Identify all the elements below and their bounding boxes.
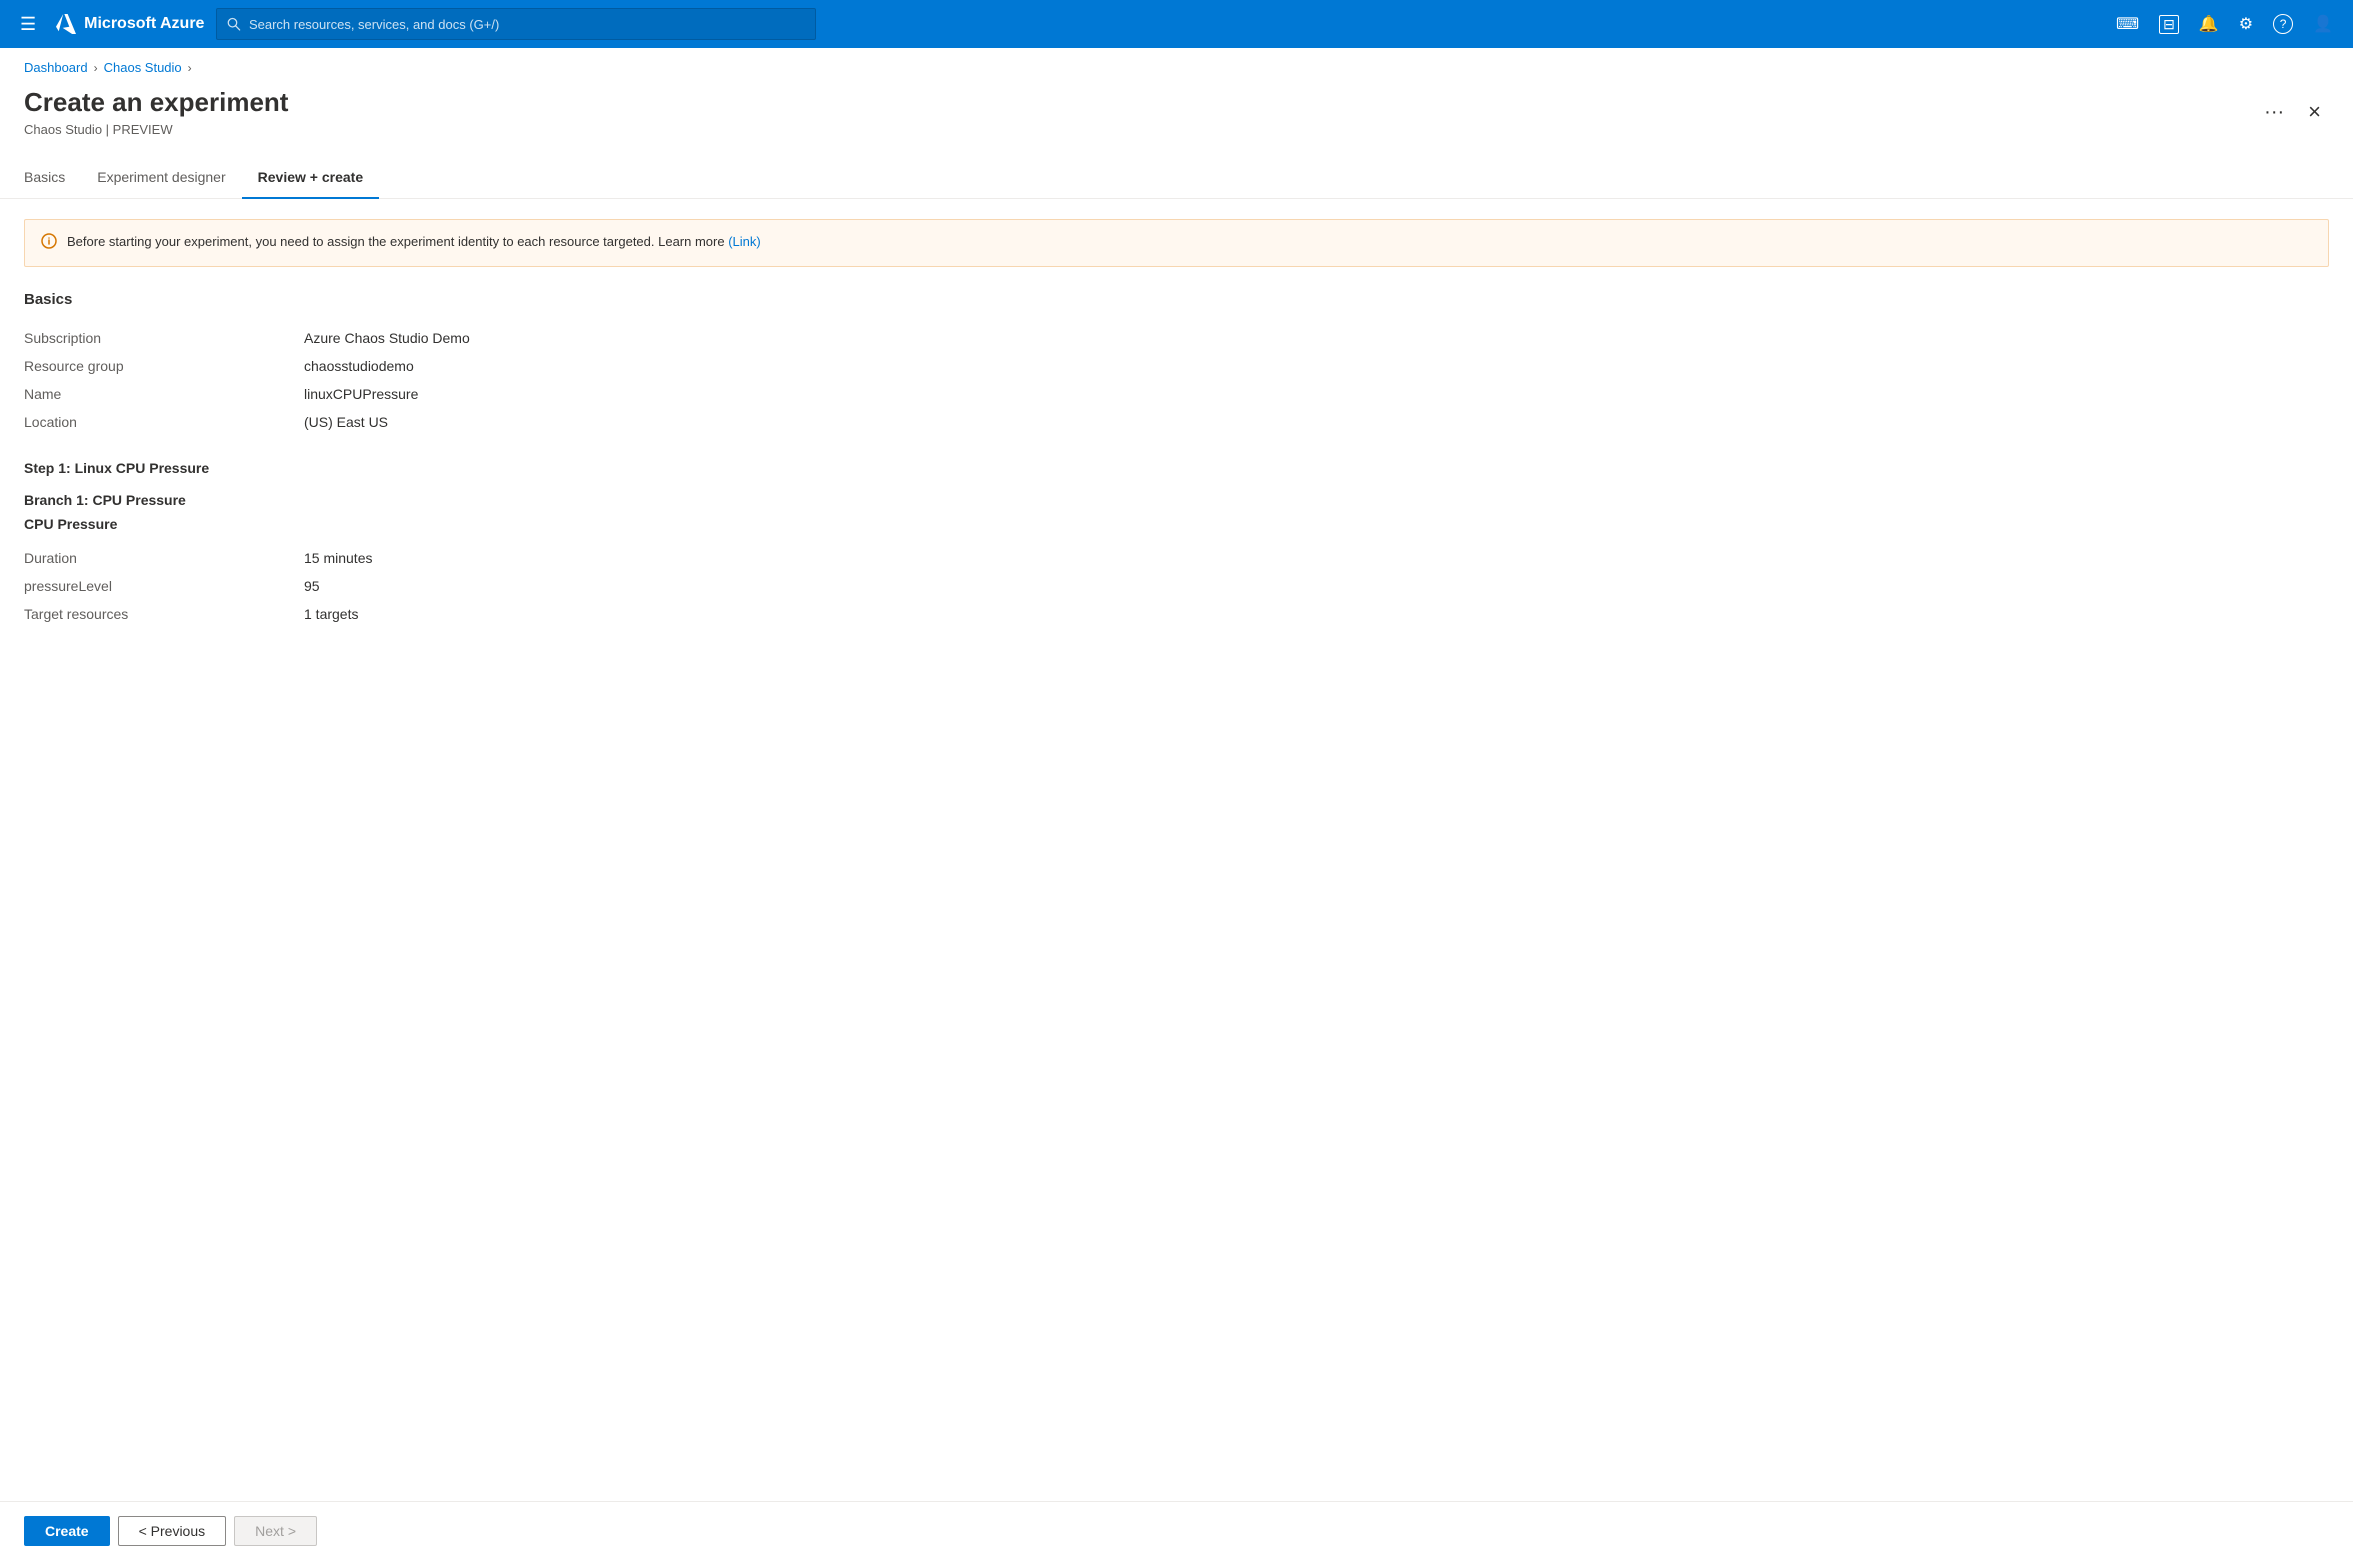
step-section-title: Step 1: Linux CPU Pressure bbox=[24, 460, 2329, 476]
page-header-actions: ··· × bbox=[2256, 95, 2329, 129]
pressure-level-label: pressureLevel bbox=[24, 572, 304, 600]
content-area: Before starting your experiment, you nee… bbox=[0, 199, 2353, 1501]
subscription-label: Subscription bbox=[24, 324, 304, 352]
info-banner: Before starting your experiment, you nee… bbox=[24, 219, 2329, 267]
branch-section-title: Branch 1: CPU Pressure bbox=[24, 492, 2329, 508]
location-label: Location bbox=[24, 408, 304, 436]
directory-icon: ⊟ bbox=[2159, 15, 2179, 34]
ellipsis-button[interactable]: ··· bbox=[2256, 97, 2292, 128]
close-button[interactable]: × bbox=[2300, 95, 2329, 129]
basics-section-title: Basics bbox=[24, 291, 2329, 308]
account-icon: 👤 bbox=[2313, 14, 2333, 34]
footer: Create < Previous Next > bbox=[0, 1501, 2353, 1560]
page-subtitle: Chaos Studio | PREVIEW bbox=[24, 122, 2244, 137]
basics-detail-grid: Subscription Azure Chaos Studio Demo Res… bbox=[24, 324, 2329, 436]
duration-value: 15 minutes bbox=[304, 544, 2329, 572]
fault-section-title: CPU Pressure bbox=[24, 516, 2329, 532]
page-title: Create an experiment bbox=[24, 87, 2244, 118]
next-button: Next > bbox=[234, 1516, 317, 1546]
help-button[interactable]: ? bbox=[2265, 8, 2301, 40]
page-title-block: Create an experiment Chaos Studio | PREV… bbox=[24, 87, 2244, 137]
terminal-icon: ⌨ bbox=[2116, 14, 2139, 34]
cloud-shell-button[interactable]: ⌨ bbox=[2108, 8, 2147, 40]
info-circle-icon bbox=[41, 233, 57, 249]
azure-logo-text: Microsoft Azure bbox=[84, 15, 204, 33]
learn-more-link[interactable]: (Link) bbox=[728, 234, 761, 249]
azure-logo[interactable]: Microsoft Azure bbox=[56, 14, 204, 34]
tab-basics[interactable]: Basics bbox=[24, 161, 81, 199]
subscription-value: Azure Chaos Studio Demo bbox=[304, 324, 2329, 352]
resource-group-label: Resource group bbox=[24, 352, 304, 380]
main-wrapper: Dashboard › Chaos Studio › Create an exp… bbox=[0, 48, 2353, 1560]
location-value: (US) East US bbox=[304, 408, 2329, 436]
directory-button[interactable]: ⊟ bbox=[2151, 9, 2187, 40]
search-bar[interactable] bbox=[216, 8, 816, 40]
topbar-action-icons: ⌨ ⊟ 🔔 ⚙ ? 👤 bbox=[2108, 8, 2341, 40]
hamburger-icon: ☰ bbox=[20, 14, 36, 34]
breadcrumb-chaos-studio[interactable]: Chaos Studio bbox=[104, 60, 182, 75]
page-header: Create an experiment Chaos Studio | PREV… bbox=[0, 79, 2353, 137]
hamburger-button[interactable]: ☰ bbox=[12, 10, 44, 39]
breadcrumb-dashboard[interactable]: Dashboard bbox=[24, 60, 88, 75]
breadcrumb: Dashboard › Chaos Studio › bbox=[0, 48, 2353, 79]
breadcrumb-separator-1: › bbox=[94, 61, 98, 75]
name-value: linuxCPUPressure bbox=[304, 380, 2329, 408]
account-button[interactable]: 👤 bbox=[2305, 8, 2341, 40]
help-icon: ? bbox=[2273, 14, 2293, 34]
resource-group-value: chaosstudiodemo bbox=[304, 352, 2329, 380]
tab-experiment-designer[interactable]: Experiment designer bbox=[81, 161, 241, 199]
settings-button[interactable]: ⚙ bbox=[2231, 8, 2261, 40]
topbar: ☰ Microsoft Azure ⌨ ⊟ 🔔 ⚙ ? 👤 bbox=[0, 0, 2353, 48]
duration-label: Duration bbox=[24, 544, 304, 572]
search-icon bbox=[227, 17, 240, 31]
previous-button[interactable]: < Previous bbox=[118, 1516, 227, 1546]
target-resources-value: 1 targets bbox=[304, 600, 2329, 628]
fault-detail-grid: Duration 15 minutes pressureLevel 95 Tar… bbox=[24, 544, 2329, 628]
breadcrumb-separator-2: › bbox=[188, 61, 192, 75]
target-resources-label: Target resources bbox=[24, 600, 304, 628]
tab-review-create[interactable]: Review + create bbox=[242, 161, 379, 199]
info-banner-text: Before starting your experiment, you nee… bbox=[67, 232, 761, 252]
create-button[interactable]: Create bbox=[24, 1516, 110, 1546]
bell-icon: 🔔 bbox=[2199, 14, 2219, 34]
pressure-level-value: 95 bbox=[304, 572, 2329, 600]
name-label: Name bbox=[24, 380, 304, 408]
notifications-button[interactable]: 🔔 bbox=[2191, 8, 2227, 40]
tabs: Basics Experiment designer Review + crea… bbox=[0, 149, 2353, 199]
azure-logo-icon bbox=[56, 14, 76, 34]
info-icon bbox=[41, 233, 57, 254]
gear-icon: ⚙ bbox=[2239, 14, 2253, 34]
search-input[interactable] bbox=[249, 17, 806, 32]
